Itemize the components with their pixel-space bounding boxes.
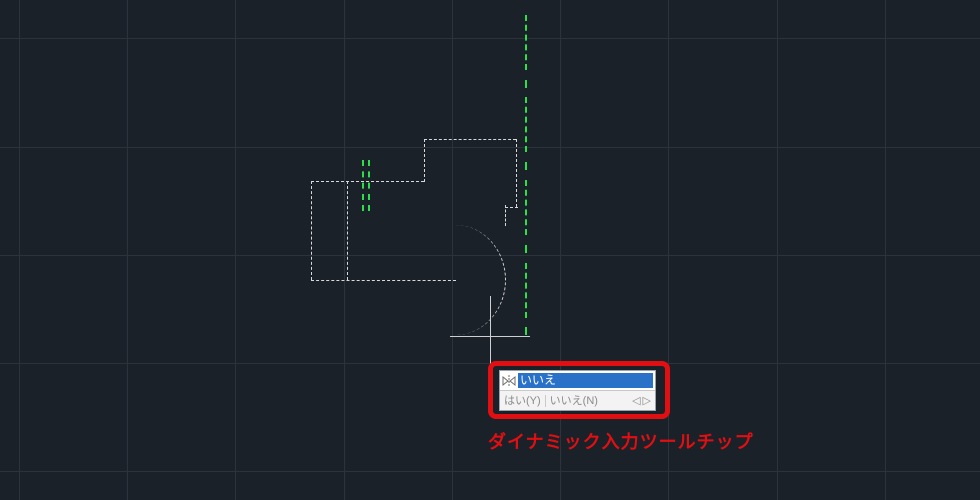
axis-line — [525, 245, 527, 253]
grid-line-v — [560, 0, 561, 500]
axis-line — [362, 205, 364, 211]
grid-line-h — [0, 38, 980, 39]
axis-line — [525, 180, 527, 235]
grid-line-v — [885, 0, 886, 500]
dynamic-input-tooltip[interactable]: いいえ はい(Y) いいえ(N) ◁ ▷ — [500, 371, 655, 410]
grid-line-v — [777, 0, 778, 500]
axis-line — [525, 97, 527, 152]
option-no[interactable]: いいえ(N) — [546, 393, 602, 409]
axis-line — [525, 263, 527, 318]
grid-line-v — [19, 0, 20, 500]
grid-line-v — [235, 0, 236, 500]
axis-line — [525, 15, 527, 70]
dynamic-input-field[interactable]: いいえ — [518, 373, 653, 388]
grid-line-h — [0, 147, 980, 148]
axis-line — [525, 162, 527, 170]
axis-line — [368, 205, 370, 211]
nav-prev-icon[interactable]: ◁ — [632, 393, 640, 409]
axis-line — [368, 160, 370, 200]
grid-line-h — [0, 471, 980, 472]
axis-line — [362, 160, 364, 200]
option-yes[interactable]: はい(Y) — [500, 393, 545, 409]
mirror-icon — [500, 374, 518, 388]
nav-next-icon[interactable]: ▷ — [643, 393, 651, 409]
grid-line-v — [668, 0, 669, 500]
grid-line-v — [344, 0, 345, 500]
axis-line — [525, 327, 527, 335]
cad-viewport[interactable]: いいえ はい(Y) いいえ(N) ◁ ▷ ダイナミック入力ツールチップ — [0, 0, 980, 500]
grid-line-v — [127, 0, 128, 500]
annotation-label: ダイナミック入力ツールチップ — [488, 428, 754, 454]
axis-line — [525, 80, 527, 88]
